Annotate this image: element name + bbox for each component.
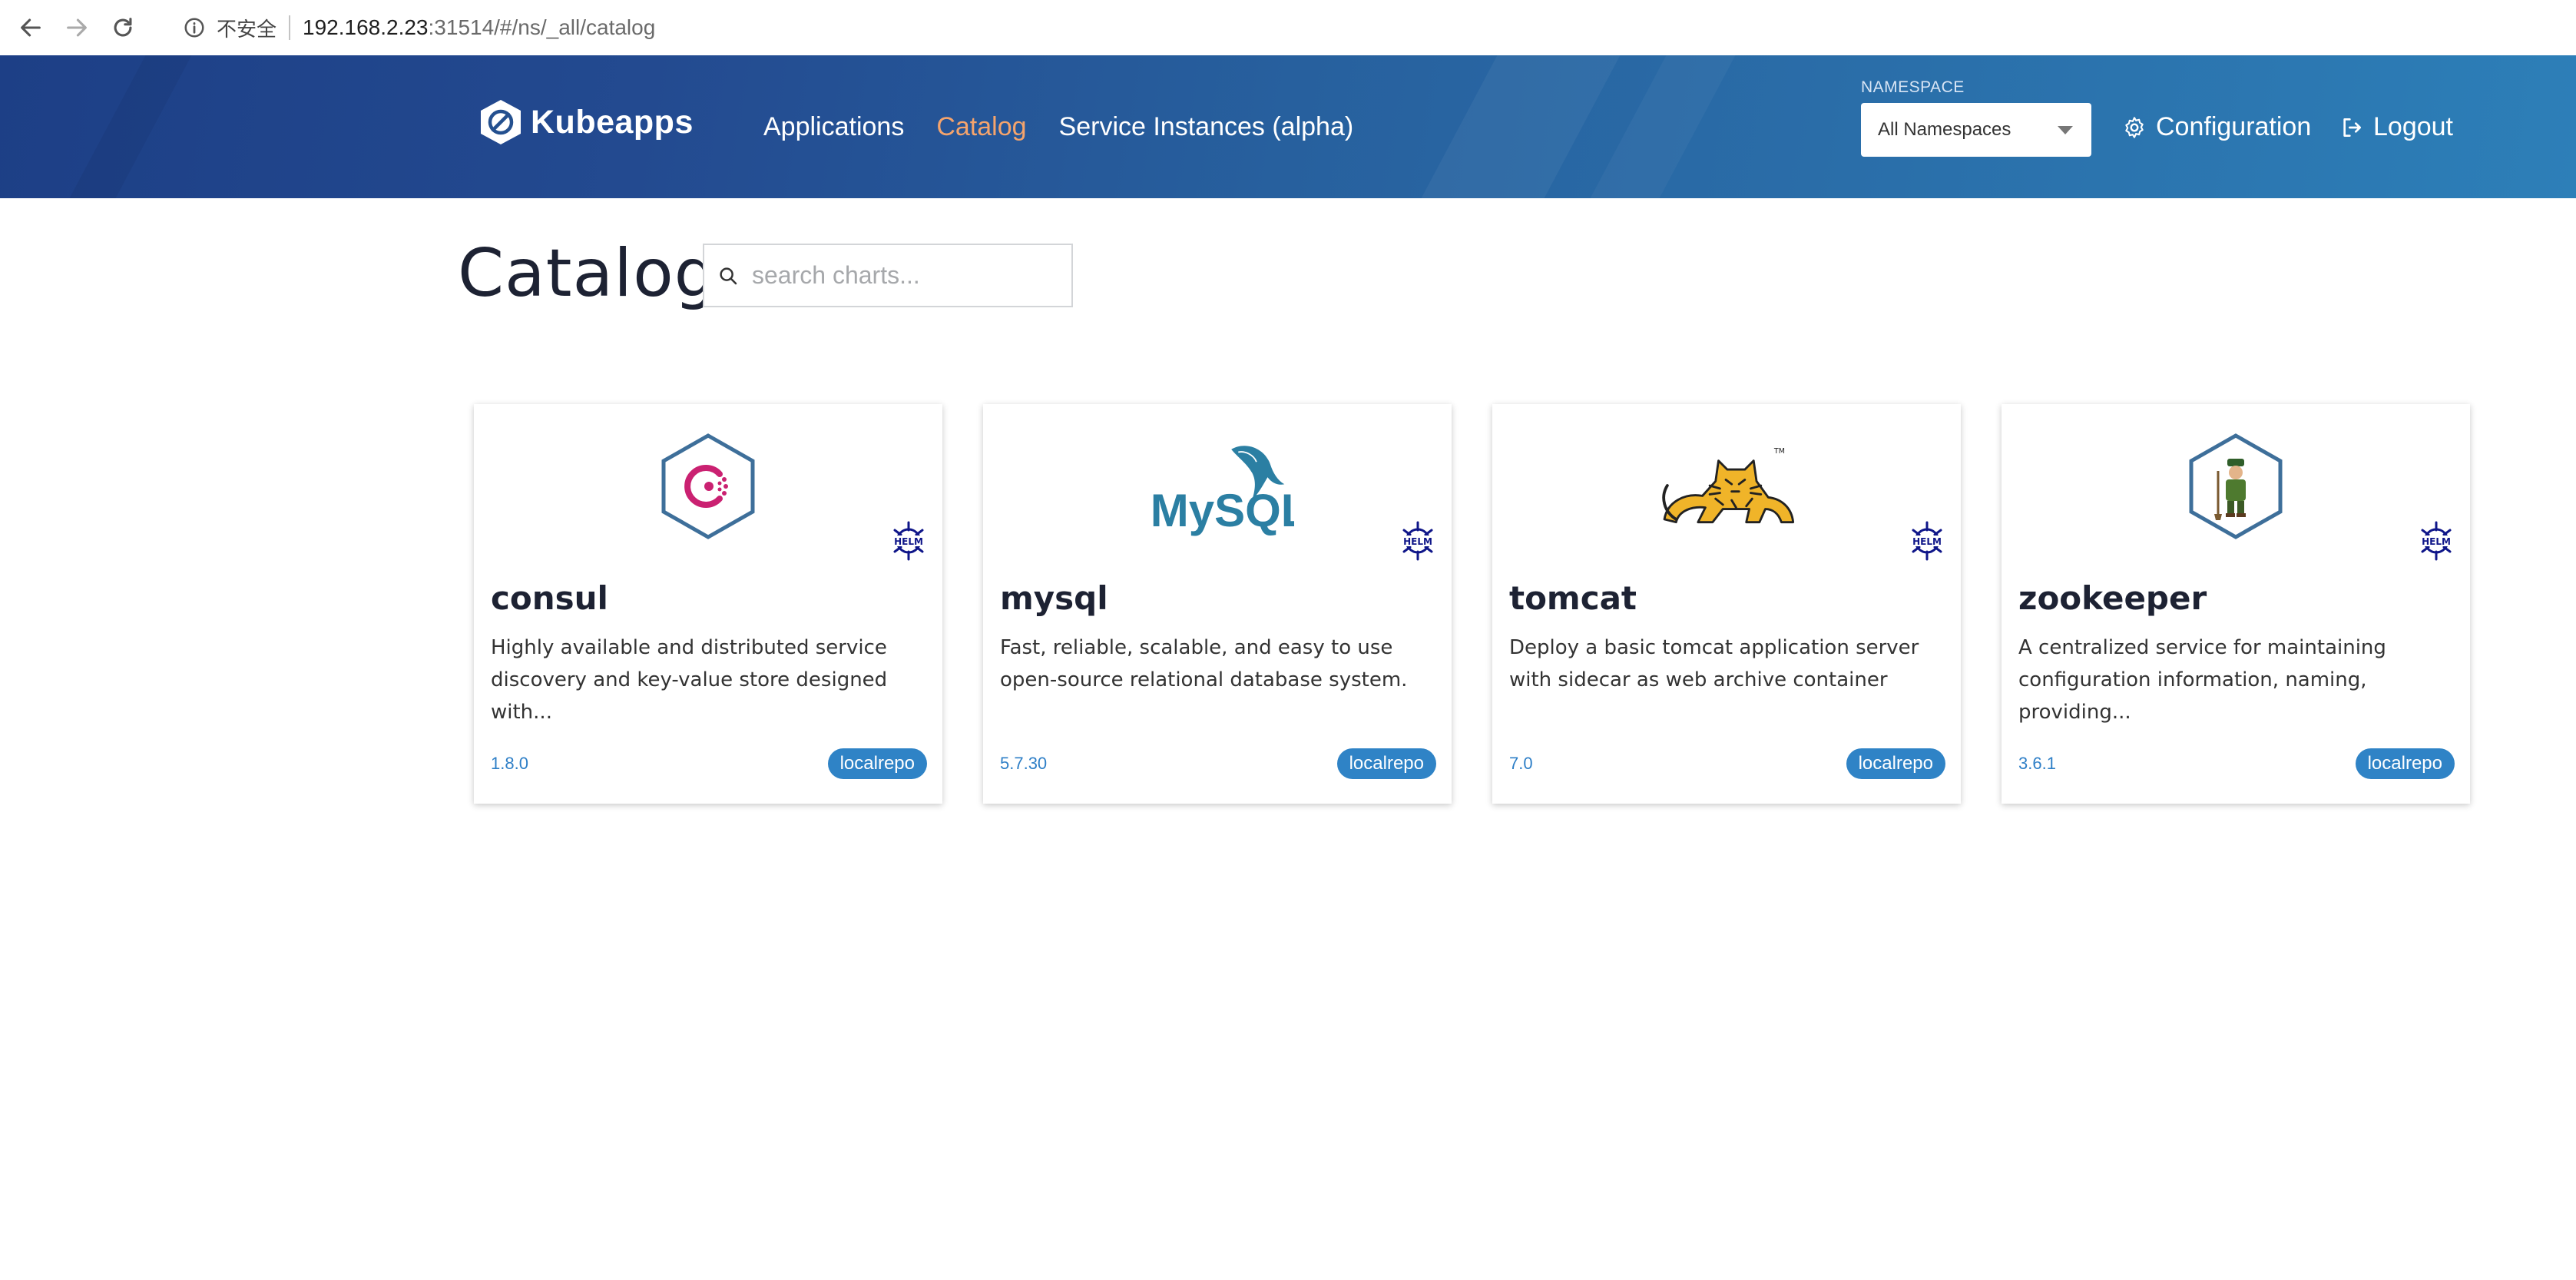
- svg-text:HELM: HELM: [2422, 536, 2451, 547]
- insecure-label: 不安全: [217, 18, 277, 41]
- svg-text:HELM: HELM: [1912, 536, 1942, 547]
- chart-version: 7.0: [1509, 754, 1533, 773]
- logout-icon: [2343, 118, 2361, 137]
- header-decoration: [1421, 55, 1621, 198]
- chart-description: Deploy a basic tomcat application server…: [1509, 636, 1919, 691]
- gear-icon: [2125, 116, 2144, 138]
- chart-card-consul[interactable]: HELM consul Highly available and distrib…: [474, 404, 942, 804]
- reload-button[interactable]: [100, 5, 146, 51]
- chart-version: 3.6.1: [2018, 754, 2056, 773]
- helm-icon: HELM: [1910, 521, 1944, 561]
- caret-down-icon: [2058, 126, 2073, 134]
- kubeapps-logo[interactable]: Kubeapps: [478, 98, 694, 146]
- chart-name: tomcat: [1509, 579, 1637, 617]
- svg-text:HELM: HELM: [894, 536, 923, 547]
- nav-catalog[interactable]: Catalog: [936, 112, 1026, 142]
- repo-badge[interactable]: localrepo: [1846, 748, 1945, 779]
- app-header: Kubeapps Applications Catalog Service In…: [0, 55, 2576, 198]
- url-host: 192.168.2.23: [303, 15, 429, 39]
- mysql-logo-text: MySQL: [1151, 485, 1294, 536]
- header-decoration: [1590, 55, 1736, 198]
- kubeapps-hexagon-icon: [481, 100, 521, 144]
- logo-text: Kubeapps: [531, 103, 694, 141]
- main-nav: Applications Catalog Service Instances (…: [763, 112, 1386, 142]
- namespace-value: All Namespaces: [1878, 119, 2011, 140]
- chart-version: 5.7.30: [1000, 754, 1048, 773]
- namespace-label: NAMESPACE: [1861, 78, 1965, 96]
- svg-text:TM: TM: [1773, 447, 1785, 456]
- repo-badge[interactable]: localrepo: [2355, 748, 2455, 779]
- chart-name: zookeeper: [2018, 579, 2207, 617]
- nav-applications[interactable]: Applications: [763, 112, 904, 142]
- tomcat-logo-icon: TM: [1650, 421, 1803, 552]
- search-input[interactable]: [750, 260, 1061, 290]
- svg-text:HELM: HELM: [1403, 536, 1432, 547]
- chart-card-zookeeper[interactable]: HELM zookeeper A centralized service for…: [2002, 404, 2470, 804]
- chart-card-tomcat[interactable]: TM HELM tomcat Deploy a basic tomcat app…: [1492, 404, 1961, 804]
- chart-card-mysql[interactable]: MySQL HELM mysql Fast, reliable, scalabl…: [983, 404, 1452, 804]
- chart-version: 1.8.0: [491, 754, 528, 773]
- url-separator: [289, 15, 291, 40]
- chart-name: mysql: [1000, 579, 1108, 617]
- helm-icon: HELM: [892, 521, 925, 561]
- repo-badge[interactable]: localrepo: [1336, 748, 1436, 779]
- chart-description: A centralized service for maintaining co…: [2018, 636, 2386, 724]
- logout-button[interactable]: Logout: [2339, 112, 2453, 142]
- url-path: :31514/#/ns/_all/catalog: [428, 15, 656, 39]
- mysql-logo-icon: MySQL: [1141, 421, 1294, 552]
- header-decoration: [69, 55, 192, 198]
- repo-badge[interactable]: localrepo: [827, 748, 927, 779]
- logout-label: Logout: [2373, 112, 2453, 141]
- reload-icon: [114, 18, 132, 37]
- consul-logo-icon: [631, 421, 785, 552]
- address-bar[interactable]: 不安全 192.168.2.23 :31514/#/ns/_all/catalo…: [183, 14, 655, 42]
- configuration-button[interactable]: Configuration: [2122, 112, 2311, 142]
- arrow-right-icon: [67, 18, 87, 37]
- nav-service-instances[interactable]: Service Instances (alpha): [1059, 112, 1354, 142]
- zookeeper-logo-icon: [2159, 421, 2313, 552]
- helm-icon: HELM: [2419, 521, 2453, 561]
- namespace-select[interactable]: All Namespaces: [1861, 103, 2091, 157]
- chart-description: Fast, reliable, scalable, and easy to us…: [1000, 636, 1408, 691]
- arrow-left-icon: [21, 18, 41, 37]
- chart-name: consul: [491, 579, 608, 617]
- helm-icon: HELM: [1401, 521, 1435, 561]
- info-icon[interactable]: [183, 16, 206, 39]
- forward-button[interactable]: [54, 5, 100, 51]
- search-icon: [720, 267, 737, 284]
- back-button[interactable]: [8, 5, 54, 51]
- page-title: Catalog: [458, 235, 717, 312]
- search-box[interactable]: [703, 244, 1073, 307]
- chart-description: Highly available and distributed service…: [491, 636, 888, 724]
- browser-toolbar: 不安全 192.168.2.23 :31514/#/ns/_all/catalo…: [0, 0, 2576, 55]
- configuration-label: Configuration: [2156, 112, 2312, 141]
